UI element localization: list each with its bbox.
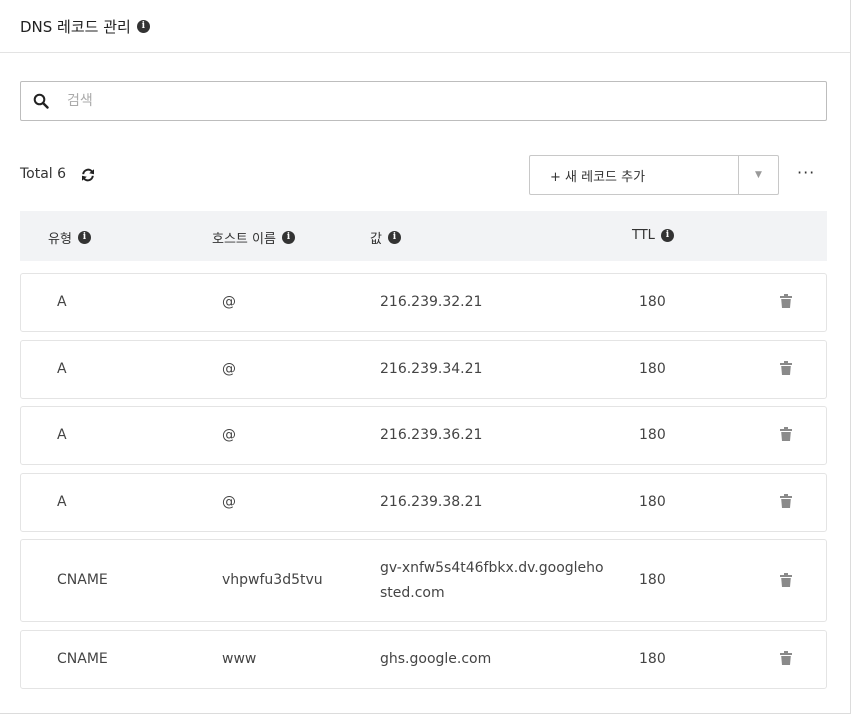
table-header: 유형 i 호스트 이름 i 값 i TTL i <box>20 211 827 261</box>
record-host: @ <box>222 427 236 443</box>
record-value: 216.239.34.21 <box>380 361 483 377</box>
record-value: 216.239.32.21 <box>380 294 483 310</box>
record-type: A <box>57 294 67 310</box>
table-row: CNAME www ghs.google.com 180 <box>20 630 827 689</box>
info-icon[interactable]: i <box>281 231 295 244</box>
trash-icon[interactable] <box>780 494 792 508</box>
column-label: TTL <box>632 228 655 243</box>
trash-icon[interactable] <box>780 427 792 441</box>
record-ttl: 180 <box>639 651 666 667</box>
panel-header: DNS 레코드 관리 i <box>0 0 850 53</box>
trash-icon[interactable] <box>780 573 792 587</box>
column-header-value: 값 i <box>370 228 401 247</box>
trash-icon[interactable] <box>780 651 792 665</box>
page-title: DNS 레코드 관리 <box>20 17 131 36</box>
trash-icon[interactable] <box>780 361 792 375</box>
chevron-down-icon: ▼ <box>755 170 762 180</box>
search-input[interactable] <box>65 92 826 110</box>
search-icon <box>33 93 49 109</box>
info-icon[interactable]: i <box>660 229 674 242</box>
record-ttl: 180 <box>639 494 666 510</box>
record-type: A <box>57 494 67 510</box>
add-record-dropdown[interactable]: ▼ <box>739 156 778 194</box>
record-ttl: 180 <box>639 361 666 377</box>
record-type: CNAME <box>57 572 108 588</box>
record-type: A <box>57 427 67 443</box>
record-value: 216.239.38.21 <box>380 494 483 510</box>
dns-panel: DNS 레코드 관리 i Total 6 + 새 레코드 추가 ▼ ··· 유형… <box>0 0 851 714</box>
more-options-button[interactable]: ··· <box>797 163 815 182</box>
record-value: gv-xnfw5s4t46fbkx.dv.googlehosted.com <box>380 560 604 601</box>
record-count: Total 6 <box>20 166 67 182</box>
table-row: A @ 216.239.32.21 180 <box>20 273 827 332</box>
info-icon[interactable]: i <box>77 231 91 244</box>
record-ttl: 180 <box>639 572 666 588</box>
table-row: A @ 216.239.34.21 180 <box>20 340 827 399</box>
search-box <box>20 81 827 121</box>
table-row: A @ 216.239.36.21 180 <box>20 406 827 465</box>
column-label: 값 <box>370 232 382 247</box>
column-header-ttl: TTL i <box>632 228 674 243</box>
record-ttl: 180 <box>639 294 666 310</box>
add-record-group: + 새 레코드 추가 ▼ <box>529 155 779 195</box>
info-icon[interactable]: i <box>387 231 401 244</box>
record-host: vhpwfu3d5tvu <box>222 572 323 588</box>
column-label: 호스트 이름 <box>212 232 276 247</box>
column-label: 유형 <box>48 232 72 247</box>
record-value: 216.239.36.21 <box>380 427 483 443</box>
record-host: @ <box>222 294 236 310</box>
column-header-host: 호스트 이름 i <box>212 228 295 247</box>
record-ttl: 180 <box>639 427 666 443</box>
add-record-button[interactable]: + 새 레코드 추가 <box>530 156 739 194</box>
table-row: A @ 216.239.38.21 180 <box>20 473 827 532</box>
record-type: CNAME <box>57 651 108 667</box>
column-header-type: 유형 i <box>48 228 91 247</box>
record-host: @ <box>222 494 236 510</box>
record-value: ghs.google.com <box>380 651 492 667</box>
record-host: @ <box>222 361 236 377</box>
trash-icon[interactable] <box>780 294 792 308</box>
table-row: CNAME vhpwfu3d5tvu gv-xnfw5s4t46fbkx.dv.… <box>20 539 827 622</box>
toolbar: Total 6 + 새 레코드 추가 ▼ ··· <box>20 155 827 195</box>
record-host: www <box>222 651 257 667</box>
record-type: A <box>57 361 67 377</box>
info-icon[interactable]: i <box>136 19 150 33</box>
refresh-icon[interactable] <box>80 167 96 183</box>
